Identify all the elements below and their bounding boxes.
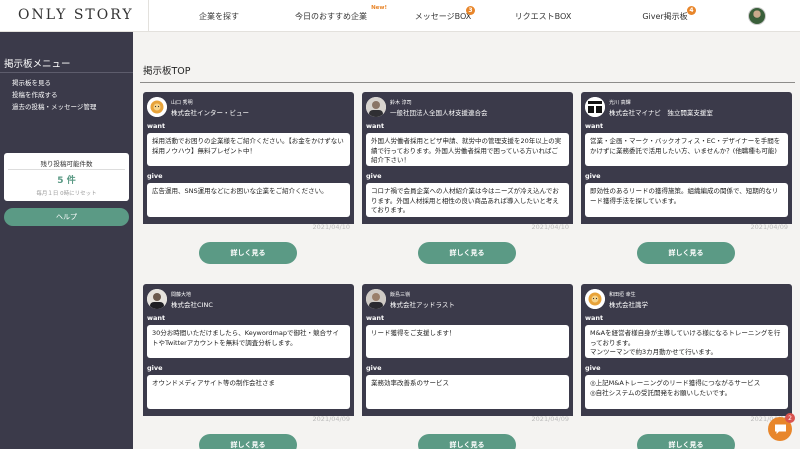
title-divider bbox=[140, 82, 795, 83]
give-label: give bbox=[585, 364, 601, 372]
want-label: want bbox=[585, 122, 604, 130]
want-label: want bbox=[147, 314, 166, 322]
give-label: give bbox=[147, 172, 163, 180]
user-name[interactable]: 飯島三嶺 bbox=[390, 291, 410, 298]
chat-unread-badge: 2 bbox=[785, 413, 795, 423]
nav-label: Giver掲示板 bbox=[642, 11, 688, 21]
give-text: コロナ禍で会員企業への人材紹介業は今はニーズが冷え込んでおります。外国人材採用と… bbox=[366, 183, 569, 217]
remaining-posts-card: 残り投稿可能件数 5 件 毎月１日 0時にリセット bbox=[4, 153, 129, 201]
detail-button[interactable]: 詳しく見る bbox=[637, 434, 735, 449]
nav-giver-board[interactable]: Giver掲示板 4 bbox=[596, 0, 734, 32]
remaining-posts-label: 残り投稿可能件数 bbox=[40, 160, 93, 168]
help-button[interactable]: ヘルプ bbox=[4, 208, 129, 226]
company-name[interactable]: 一般社団法人全国人材支援連合会 bbox=[390, 107, 488, 117]
nav-label: メッセージBOX bbox=[414, 11, 472, 21]
header-divider bbox=[148, 0, 149, 32]
nav-request-box[interactable]: リクエストBOX bbox=[474, 0, 612, 32]
company-name[interactable]: 株式会社識学 bbox=[609, 299, 648, 309]
page-title: 掲示板TOP bbox=[143, 66, 191, 77]
sidebar: 掲示板メニュー 掲示板を見る 投稿を作成する 過去の投稿・メッセージ管理 残り投… bbox=[0, 32, 133, 449]
want-text: 30分お時間いただけましたら、Keywordmapで御社・競合サイトやTwitt… bbox=[147, 325, 350, 358]
user-name[interactable]: 和田垣 幸生 bbox=[609, 291, 636, 298]
post-date: 2021/04/09 bbox=[531, 415, 569, 423]
remaining-posts-count: 5 件 bbox=[4, 173, 129, 186]
post-date: 2021/04/09 bbox=[312, 415, 350, 423]
want-text: 外国人労働者採用とビザ申請、就労中の管理支援を20年以上の実績で行っております。… bbox=[366, 133, 569, 166]
user-name[interactable]: 間藤大地 bbox=[171, 291, 191, 298]
reset-note: 毎月１日 0時にリセット bbox=[36, 191, 97, 197]
board-card: 間藤大地 株式会社CINC want 30分お時間いただけましたら、Keywor… bbox=[143, 284, 354, 449]
detail-button[interactable]: 詳しく見る bbox=[418, 434, 516, 449]
person-photo-icon bbox=[147, 289, 167, 309]
giver-count-badge: 4 bbox=[687, 6, 696, 15]
company-name[interactable]: 株式会社マイナビ 独立開業支援室 bbox=[609, 107, 713, 117]
logo-text-icon bbox=[585, 97, 605, 117]
board-card: 和田垣 幸生 株式会社識学 want M&Aを経営者様自身が主導していける様にな… bbox=[581, 284, 792, 449]
give-text: 即効性のあるリードの獲得施策。組織編成の関係で、短期的なリード獲得手法を探してい… bbox=[585, 183, 788, 217]
top-header: ONLY STORY 企業を探す 今日のおすすめ企業 New! メッセージBOX… bbox=[0, 0, 800, 32]
lion-logo-icon bbox=[147, 97, 167, 117]
give-text: 広告運用、SNS運用などにお困いな企業をご紹介ください。 bbox=[147, 183, 350, 217]
post-date: 2021/04/10 bbox=[312, 223, 350, 231]
company-name[interactable]: 株式会社インター・ビュー bbox=[171, 107, 249, 117]
site-logo[interactable]: ONLY STORY bbox=[18, 7, 134, 23]
person-photo-icon bbox=[366, 289, 386, 309]
give-label: give bbox=[366, 364, 382, 372]
nav-label: リクエストBOX bbox=[514, 11, 572, 21]
user-name[interactable]: 山口 秀明 bbox=[171, 99, 193, 106]
count-unit: 件 bbox=[66, 176, 76, 186]
nav-label: 今日のおすすめ企業 bbox=[295, 11, 367, 21]
detail-button[interactable]: 詳しく見る bbox=[418, 242, 516, 264]
board-card: 鈴木 淳司 一般社団法人全国人材支援連合会 want 外国人労働者採用とビザ申請… bbox=[362, 92, 573, 274]
post-date: 2021/04/09 bbox=[750, 223, 788, 231]
want-text: 採用活動でお困りの企業様をご紹介ください。【お金をかけずない採用ノウハウ】無料プ… bbox=[147, 133, 350, 166]
post-date: 2021/04/10 bbox=[531, 223, 569, 231]
user-avatar[interactable] bbox=[748, 7, 766, 25]
board-card: 飯島三嶺 株式会社アッドラスト want リード獲得をご支援します！ give … bbox=[362, 284, 573, 449]
nav-label: 企業を探す bbox=[199, 11, 239, 21]
sidebar-divider bbox=[0, 72, 133, 73]
company-name[interactable]: 株式会社CINC bbox=[171, 299, 213, 309]
want-text: M&Aを経営者様自身が主導していける様になるトレーニングを行っております。 マン… bbox=[585, 325, 788, 358]
want-text: 営業・企画・マーク・バックオフィス・EC・デザイナーを手間をかけずに業務委託で活… bbox=[585, 133, 788, 166]
board-card: 光川 高輝 株式会社マイナビ 独立開業支援室 want 営業・企画・マーク・バッ… bbox=[581, 92, 792, 274]
give-label: give bbox=[147, 364, 163, 372]
give-label: give bbox=[366, 172, 382, 180]
want-label: want bbox=[366, 314, 385, 322]
detail-button[interactable]: 詳しく見る bbox=[199, 242, 297, 264]
user-name[interactable]: 光川 高輝 bbox=[609, 99, 631, 106]
give-text: オウンドメディアサイト等の制作会社さま bbox=[147, 375, 350, 409]
sidebar-item-view-board[interactable]: 掲示板を見る bbox=[12, 77, 51, 87]
person-photo-icon bbox=[366, 97, 386, 117]
sidebar-title: 掲示板メニュー bbox=[4, 59, 71, 70]
company-name[interactable]: 株式会社アッドラスト bbox=[390, 299, 455, 309]
board-card: 山口 秀明 株式会社インター・ビュー want 採用活動でお困りの企業様をご紹介… bbox=[143, 92, 354, 274]
give-text: 業務効率改善系のサービス bbox=[366, 375, 569, 409]
count-value: 5 bbox=[57, 176, 64, 186]
want-label: want bbox=[585, 314, 604, 322]
want-label: want bbox=[366, 122, 385, 130]
detail-button[interactable]: 詳しく見る bbox=[199, 434, 297, 449]
detail-button[interactable]: 詳しく見る bbox=[637, 242, 735, 264]
sidebar-item-create-post[interactable]: 投稿を作成する bbox=[12, 89, 58, 99]
want-label: want bbox=[147, 122, 166, 130]
card-divider bbox=[8, 169, 125, 170]
want-text: リード獲得をご支援します！ bbox=[366, 325, 569, 358]
user-name[interactable]: 鈴木 淳司 bbox=[390, 99, 412, 106]
give-text: ◎上記M&Aトレーニングのリード獲得につながるサービス ◎自社システムの受託開発… bbox=[585, 375, 788, 409]
give-label: give bbox=[585, 172, 601, 180]
chat-bubble-icon bbox=[774, 424, 786, 434]
sidebar-item-manage-posts[interactable]: 過去の投稿・メッセージ管理 bbox=[12, 101, 96, 111]
lion-logo-icon bbox=[585, 289, 605, 309]
